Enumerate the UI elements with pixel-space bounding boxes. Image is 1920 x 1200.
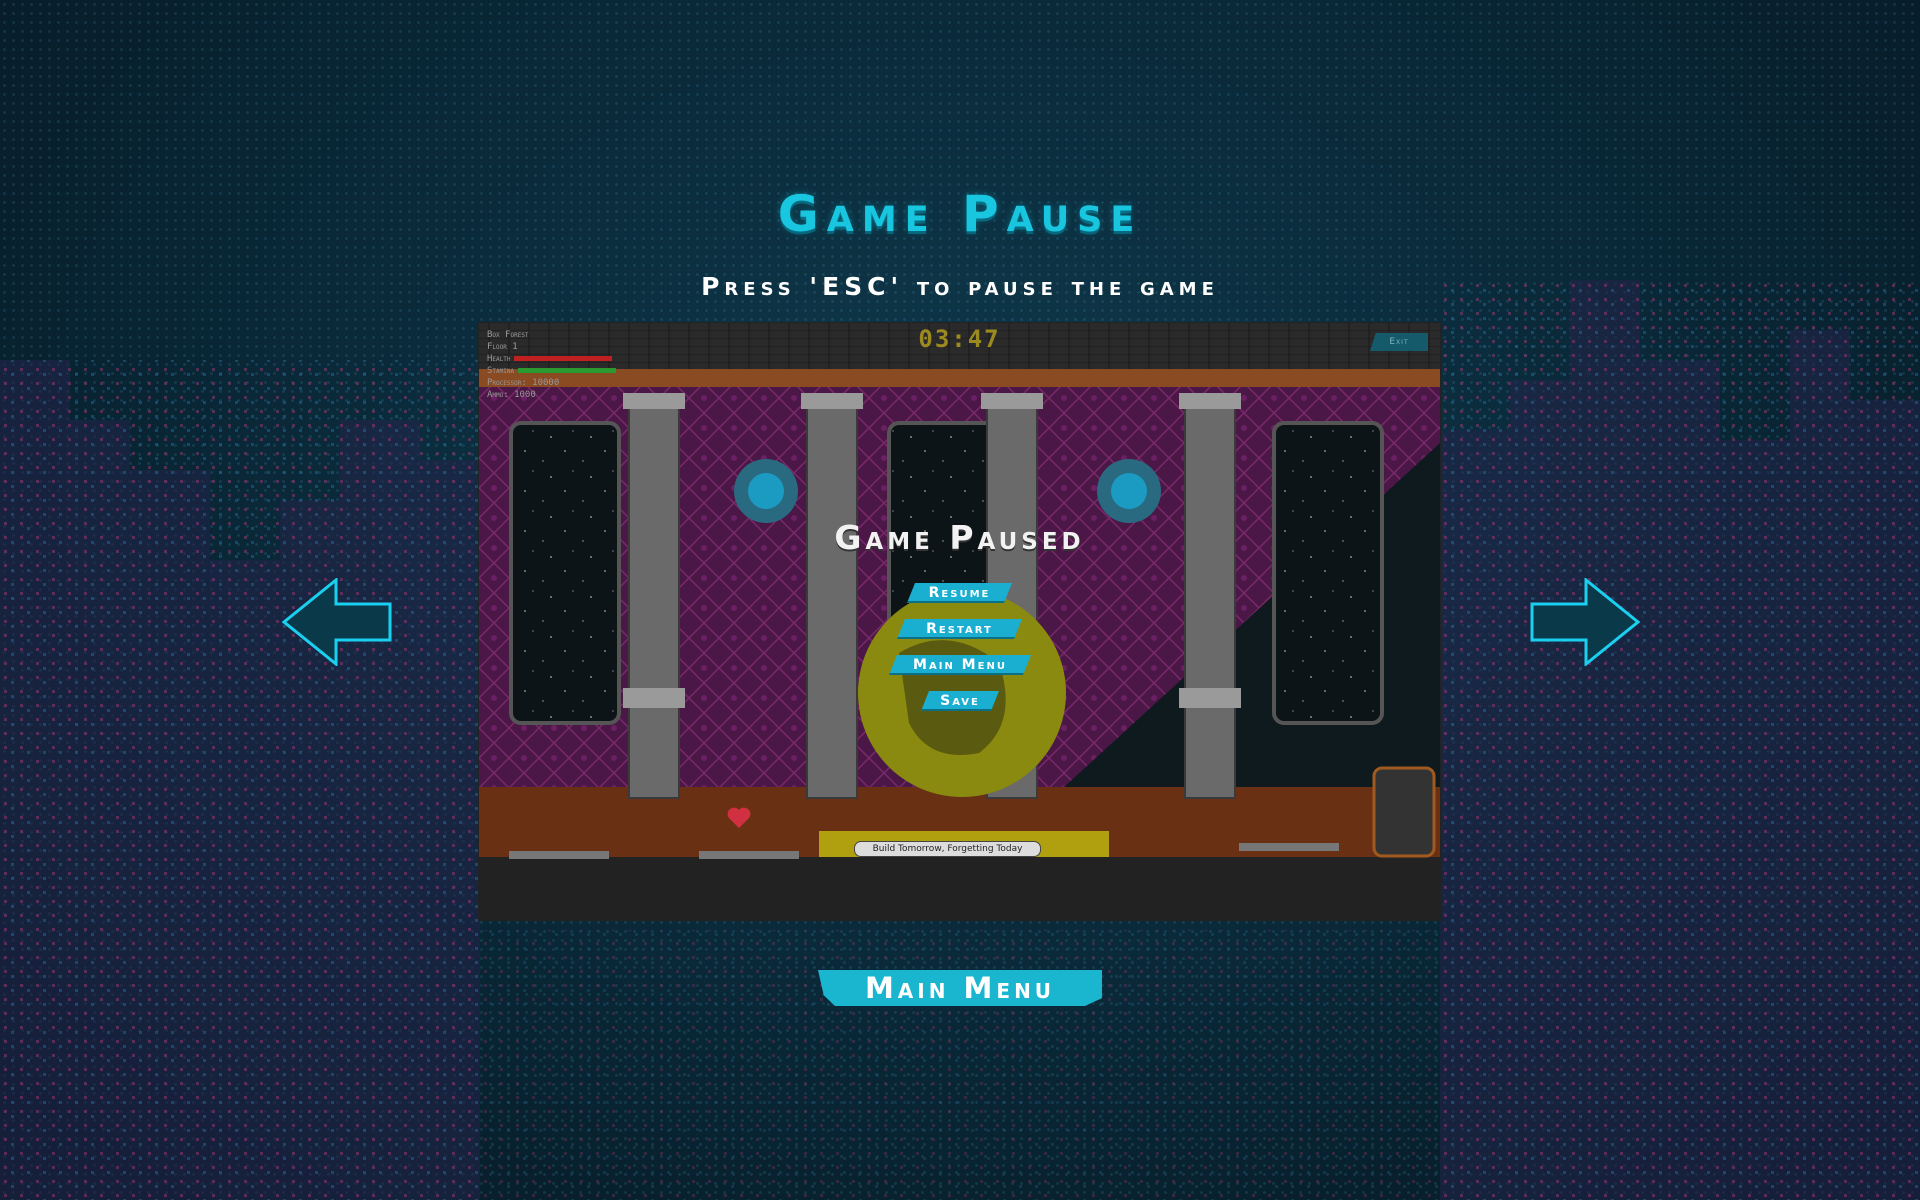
main-menu-button[interactable]: Main Menu: [818, 970, 1102, 1006]
hud-ammo: Ammo: 1000: [487, 390, 536, 400]
preview-save-button: Save: [921, 691, 999, 711]
health-bar: [514, 356, 613, 361]
page-title: Game Pause: [777, 185, 1143, 243]
preview-restart-button: Restart: [897, 619, 1022, 639]
hud-health: Health: [487, 353, 616, 365]
preview-exit-button: Exit: [1370, 333, 1428, 351]
next-arrow-button[interactable]: [1528, 576, 1641, 668]
preview-caption: Build Tomorrow, Forgetting Today: [854, 841, 1041, 857]
game-preview-image: Box Forest Floor 1 Health Stamina Proces…: [479, 323, 1440, 920]
previous-arrow-button[interactable]: [281, 576, 394, 668]
preview-main-menu-button: Main Menu: [889, 655, 1031, 675]
game-timer: 03:47: [918, 325, 1001, 353]
stamina-bar: [518, 368, 617, 373]
page-subtitle: Press 'ESC' to pause the game: [701, 272, 1219, 301]
game-paused-title: Game Paused: [834, 518, 1085, 557]
arrow-left-icon: [281, 576, 392, 668]
hud-processor: Processor: 10000: [487, 378, 560, 388]
hud-stamina: Stamina: [487, 365, 617, 377]
arrow-right-icon: [1530, 576, 1641, 668]
preview-resume-button: Resume: [907, 583, 1012, 603]
